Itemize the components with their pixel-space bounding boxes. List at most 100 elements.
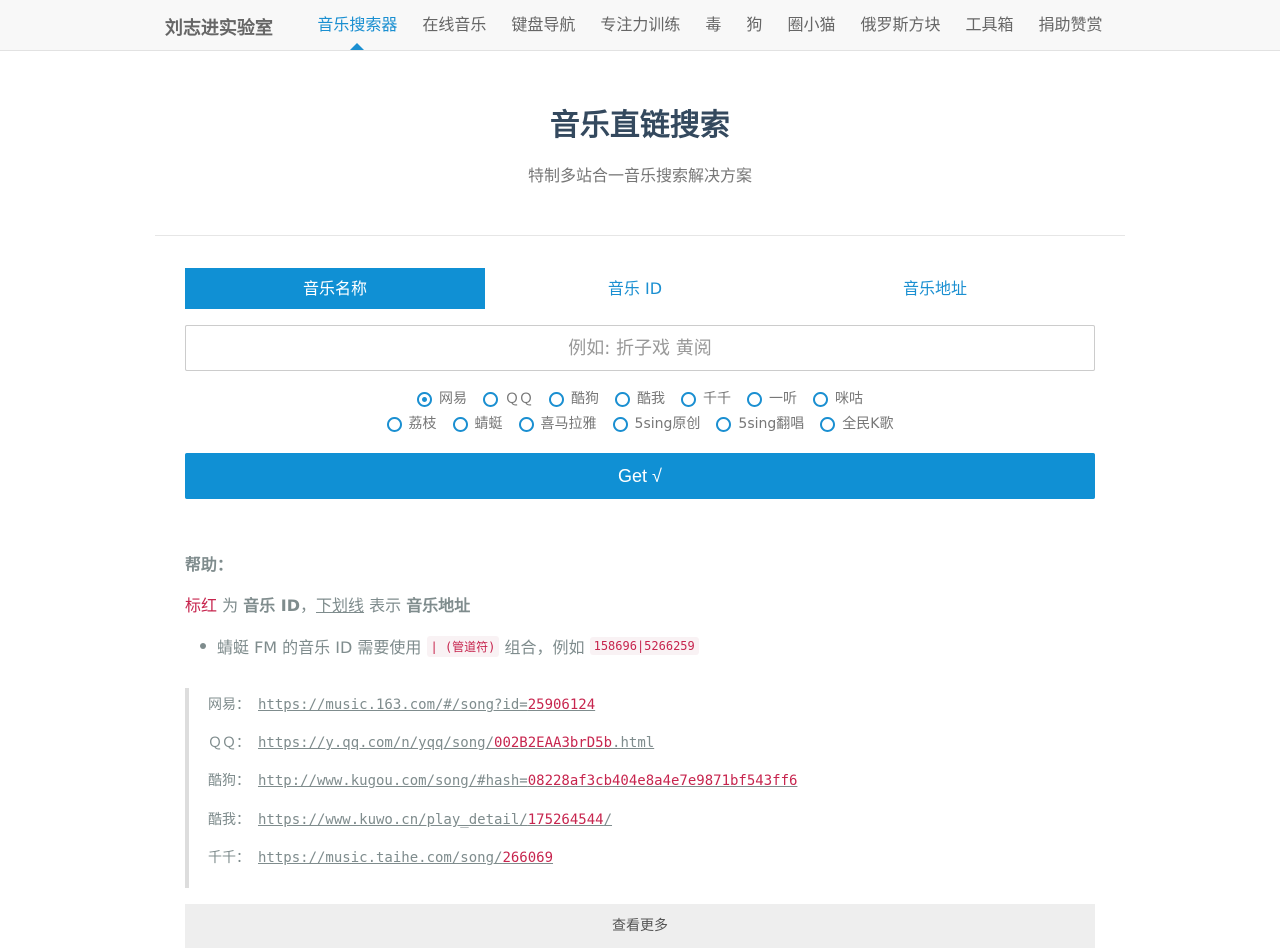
example-link-netease[interactable]: https://music.163.com/#/song?id=25906124 xyxy=(258,697,595,713)
radio-netease[interactable]: 网易 xyxy=(417,390,467,408)
radio-label: 一听 xyxy=(769,391,797,407)
bullet-text: 蜻蜓 FM 的音乐 ID 需要使用 xyxy=(217,638,422,657)
tab-music-url[interactable]: 音乐地址 xyxy=(785,268,1085,309)
radio-qq[interactable]: ＱＱ xyxy=(483,390,533,408)
radio-qingting[interactable]: 蜻蜓 xyxy=(452,415,503,433)
help-bullet: 蜻蜓 FM 的音乐 ID 需要使用 | (管道符) 组合，例如 158696|5… xyxy=(200,634,699,658)
radio-icon xyxy=(820,416,836,432)
radio-5sing-original[interactable]: 5sing原创 xyxy=(612,415,701,433)
nav-link-online-music[interactable]: 在线音乐 xyxy=(410,0,499,50)
legend-text: 为 xyxy=(217,596,244,615)
example-row: 千千： https://music.taihe.com/song/266069 xyxy=(208,847,553,867)
example-link-kuwo[interactable]: https://www.kuwo.cn/play_detail/17526454… xyxy=(258,812,612,828)
help-heading: 帮助： xyxy=(185,555,234,574)
radio-icon xyxy=(716,416,732,432)
url-prefix: https://www.kuwo.cn/play_detail/ xyxy=(258,812,528,828)
radio-icon xyxy=(549,391,564,407)
tab-music-name[interactable]: 音乐名称 xyxy=(185,268,485,309)
example-link-kugou[interactable]: http://www.kugou.com/song/#hash=08228af3… xyxy=(258,773,797,789)
nav-links: 音乐搜索器 在线音乐 键盘导航 专注力训练 毒 狗 圈小猫 俄罗斯方块 工具箱 … xyxy=(305,0,1115,50)
legend-music-id: 音乐 ID xyxy=(243,596,301,615)
url-prefix: https://music.taihe.com/song/ xyxy=(258,850,503,866)
example-row: ＱＱ： https://y.qq.com/n/yqq/song/002B2EAA3… xyxy=(208,732,654,752)
nav-link-poison[interactable]: 毒 xyxy=(693,0,734,50)
radio-icon xyxy=(386,416,402,432)
url-suffix: / xyxy=(603,812,613,828)
url-suffix: .html xyxy=(612,735,655,751)
code-pipe: | (管道符) xyxy=(426,635,500,657)
search-input[interactable] xyxy=(185,325,1095,371)
radio-icon xyxy=(615,391,630,407)
help-legend: 标红 为 音乐 ID，下划线 表示 音乐地址 xyxy=(185,592,470,616)
bullet-icon xyxy=(200,643,206,649)
code-example: 158696|5266259 xyxy=(589,637,699,655)
radio-icon xyxy=(483,391,498,407)
radio-qianqian[interactable]: 千千 xyxy=(681,390,731,408)
top-navbar: 刘志进实验室 音乐搜索器 在线音乐 键盘导航 专注力训练 毒 狗 圈小猫 俄罗斯… xyxy=(0,0,1280,51)
nav-link-toolbox[interactable]: 工具箱 xyxy=(953,0,1026,50)
radio-label: 千千 xyxy=(703,391,731,407)
example-label: 网易： xyxy=(208,697,250,713)
radio-quanmin-kge[interactable]: 全民K歌 xyxy=(820,415,893,433)
url-id: 25906124 xyxy=(527,697,596,713)
radio-label: 荔枝 xyxy=(408,416,437,432)
radio-kugou[interactable]: 酷狗 xyxy=(549,390,599,408)
tab-music-id[interactable]: 音乐 ID xyxy=(485,268,785,309)
radio-label: 喜马拉雅 xyxy=(540,416,597,432)
radio-icon xyxy=(813,391,828,407)
nav-link-dog[interactable]: 狗 xyxy=(734,0,775,50)
url-prefix: http://www.kugou.com/song/#hash= xyxy=(258,773,528,789)
radio-lizhi[interactable]: 荔枝 xyxy=(386,415,437,433)
radio-label: 酷我 xyxy=(637,391,665,407)
radio-icon xyxy=(518,416,534,432)
brand-logo[interactable]: 刘志进实验室 xyxy=(165,14,273,40)
nav-link-tetris[interactable]: 俄罗斯方块 xyxy=(848,0,953,50)
nav-link-keyboard-nav[interactable]: 键盘导航 xyxy=(499,0,588,50)
legend-underline: 下划线 xyxy=(316,596,365,615)
radio-migu[interactable]: 咪咕 xyxy=(813,390,863,408)
legend-music-url: 音乐地址 xyxy=(406,596,471,615)
radio-label: 全民K歌 xyxy=(842,416,894,432)
radio-label: 咪咕 xyxy=(835,391,863,407)
radio-checked-icon xyxy=(417,391,432,407)
radio-icon xyxy=(747,391,762,407)
radio-icon xyxy=(612,416,628,432)
bullet-text: 组合，例如 xyxy=(504,638,585,657)
example-link-qianqian[interactable]: https://music.taihe.com/song/266069 xyxy=(258,850,553,866)
radio-yiting[interactable]: 一听 xyxy=(747,390,797,408)
radio-label: ＱＱ xyxy=(505,391,533,407)
get-button[interactable]: Get √ xyxy=(185,453,1095,499)
url-prefix: https://music.163.com/#/song?id= xyxy=(258,697,528,713)
url-id: 175264544 xyxy=(527,812,604,828)
radio-icon xyxy=(452,416,468,432)
radio-icon xyxy=(681,391,696,407)
radio-label: 酷狗 xyxy=(571,391,599,407)
radio-kuwo[interactable]: 酷我 xyxy=(615,390,665,408)
nav-link-focus-training[interactable]: 专注力训练 xyxy=(588,0,693,50)
legend-red: 标红 xyxy=(185,596,218,615)
url-id: 266069 xyxy=(502,850,554,866)
page-title: 音乐直链搜索 xyxy=(550,108,730,143)
radio-label: 5sing原创 xyxy=(634,416,701,432)
search-type-tabs: 音乐名称 音乐 ID 音乐地址 xyxy=(185,268,1095,309)
nav-link-music-search[interactable]: 音乐搜索器 xyxy=(305,0,410,50)
radio-label: 5sing翻唱 xyxy=(738,416,805,432)
example-urls-blockquote: 网易： https://music.163.com/#/song?id=25906… xyxy=(185,688,1095,888)
radio-label: 蜻蜓 xyxy=(474,416,503,432)
nav-link-donate[interactable]: 捐助赞赏 xyxy=(1026,0,1115,50)
example-label: 千千： xyxy=(208,850,250,866)
radio-ximalaya[interactable]: 喜马拉雅 xyxy=(518,415,597,433)
example-label: ＱＱ： xyxy=(208,735,250,751)
view-more-button[interactable]: 查看更多 xyxy=(185,904,1095,948)
radio-5sing-cover[interactable]: 5sing翻唱 xyxy=(716,415,804,433)
url-id: 08228af3cb404e8a4e7e9871bf543ff6 xyxy=(527,773,798,789)
radio-label: 网易 xyxy=(439,391,467,407)
nav-link-circle-cat[interactable]: 圈小猫 xyxy=(775,0,848,50)
url-id: 002B2EAA3brD5b xyxy=(494,735,613,751)
example-row: 酷狗： http://www.kugou.com/song/#hash=08228… xyxy=(208,770,797,790)
example-label: 酷我： xyxy=(208,812,250,828)
source-radio-group: 荔枝 蜻蜓 喜马拉雅 5sing原创 5sing翻唱 全民K歌 xyxy=(0,415,1280,433)
page-subtitle: 特制多站合一音乐搜索解决方案 xyxy=(527,166,752,185)
example-link-qq[interactable]: https://y.qq.com/n/yqq/song/002B2EAA3brD… xyxy=(258,735,654,751)
source-radio-group: 网易 ＱＱ 酷狗 酷我 千千 一听 咪咕 xyxy=(0,390,1280,408)
